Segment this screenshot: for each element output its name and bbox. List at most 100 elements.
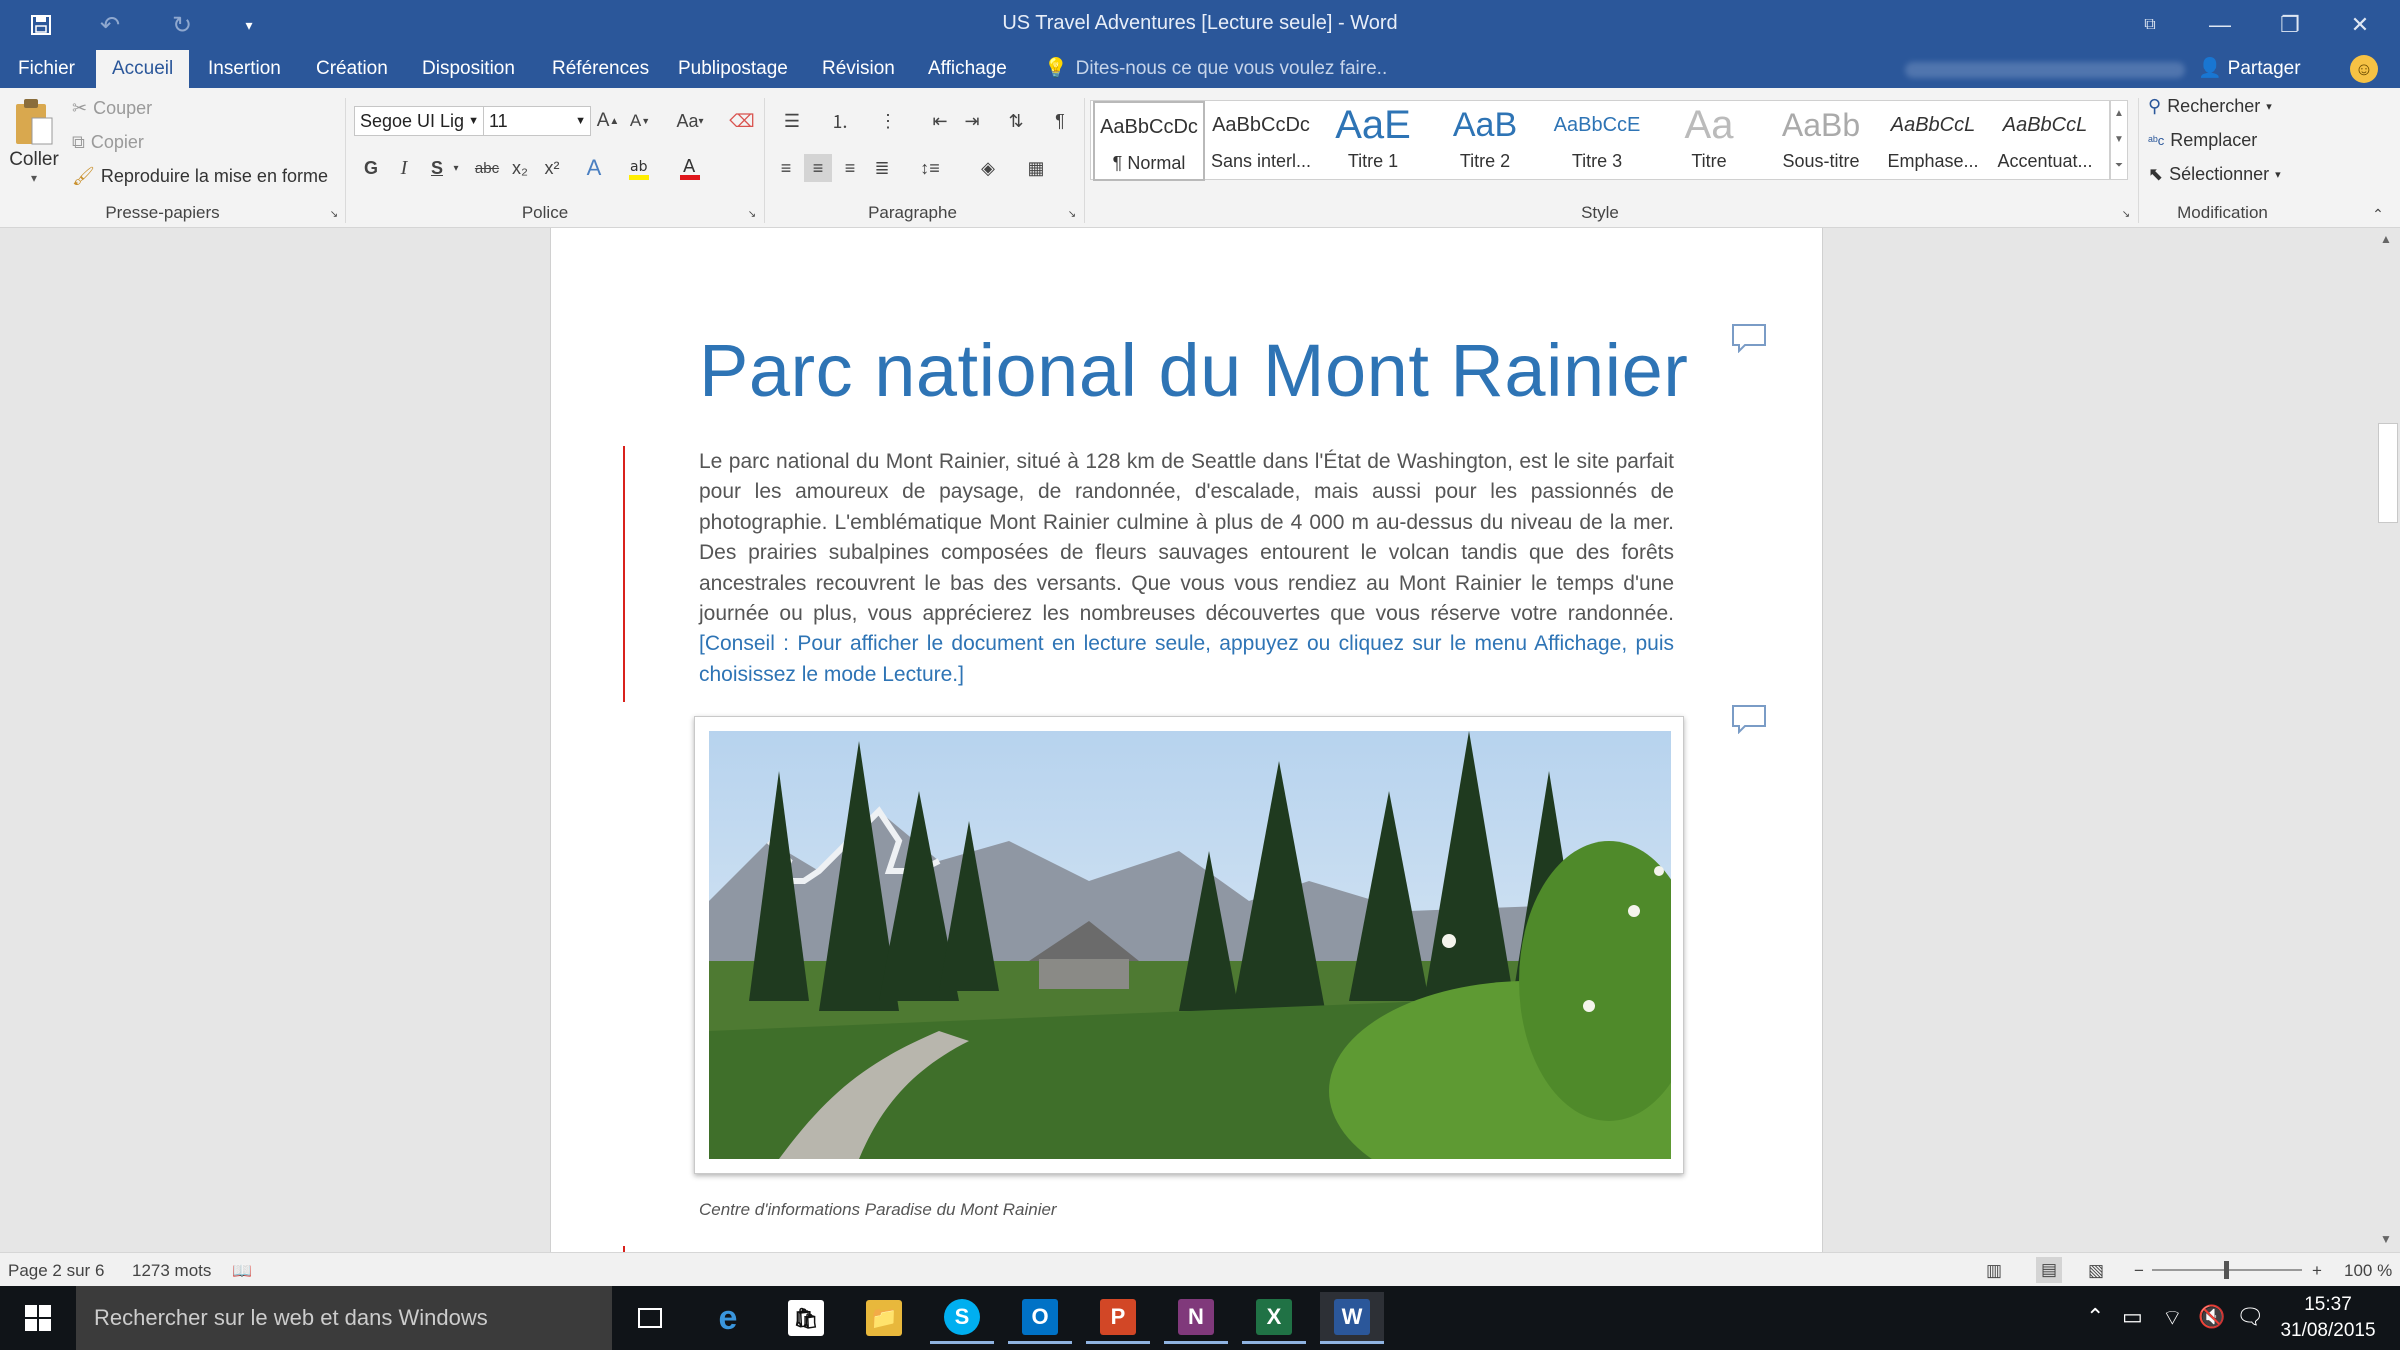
copy-button[interactable]: ⧉ Copier	[72, 132, 144, 153]
scroll-up-arrow-icon[interactable]: ▲	[2380, 232, 2392, 246]
tab-references[interactable]: Références	[536, 50, 665, 88]
paste-button[interactable]: Coller ▾	[8, 96, 60, 201]
powerpoint-icon[interactable]: P	[1086, 1292, 1150, 1344]
battery-icon[interactable]: ▭	[2122, 1304, 2143, 1330]
file-explorer-icon[interactable]: 📁	[852, 1292, 916, 1344]
feedback-smiley-icon[interactable]: ☺	[2350, 55, 2378, 83]
pilcrow-icon[interactable]: ¶	[1046, 107, 1074, 135]
style-heading-3[interactable]: AaBbCcE Titre 3	[1541, 101, 1653, 181]
find-button[interactable]: ⚲ Rechercher ▾	[2148, 96, 2272, 117]
tell-me-box[interactable]: 💡 Dites-nous ce que vous voulez faire..	[1044, 50, 1387, 88]
excel-icon[interactable]: X	[1242, 1292, 1306, 1344]
onenote-icon[interactable]: N	[1164, 1292, 1228, 1344]
cut-button[interactable]: ✂ Couper	[72, 98, 152, 119]
more-styles-icon[interactable]: ⏷	[2111, 153, 2127, 179]
highlight-color-icon[interactable]: ab	[625, 154, 653, 182]
scroll-down-arrow-icon[interactable]: ▼	[2380, 1232, 2392, 1246]
store-icon[interactable]: 🛍	[774, 1292, 838, 1344]
comment-icon[interactable]	[1731, 323, 1767, 354]
zoom-level[interactable]: 100 %	[2344, 1261, 2392, 1281]
print-layout-icon[interactable]: ▤	[2036, 1257, 2062, 1283]
style-heading-2[interactable]: AaB Titre 2	[1429, 101, 1541, 181]
font-color-icon[interactable]: A	[676, 154, 704, 182]
font-size-field[interactable]: 11 ▼	[483, 106, 591, 136]
underline-button[interactable]: S	[423, 154, 451, 182]
action-center-icon[interactable]: 🗨	[2236, 1304, 2264, 1330]
borders-icon[interactable]: ▦	[1016, 154, 1056, 182]
style-normal[interactable]: AaBbCcDc ¶ Normal	[1093, 101, 1205, 181]
vertical-scrollbar[interactable]: ▲ ▼	[2374, 228, 2400, 1252]
format-painter-button[interactable]: 🖌 Reproduire la mise en forme	[72, 166, 328, 187]
strikethrough-button[interactable]: abc	[470, 154, 504, 182]
scroll-up-icon[interactable]: ▲	[2111, 101, 2127, 127]
grow-font-button[interactable]: A ▲	[594, 107, 622, 135]
shrink-font-button[interactable]: A ▼	[626, 107, 654, 135]
task-view-icon[interactable]	[618, 1292, 682, 1344]
document-page[interactable]: Parc national du Mont Rainier Le parc na…	[550, 228, 1823, 1252]
shading-icon[interactable]: ◈	[968, 154, 1008, 182]
tab-creation[interactable]: Création	[300, 50, 404, 88]
photo-frame[interactable]	[694, 716, 1684, 1174]
text-effects-icon[interactable]: A	[580, 154, 608, 182]
collapse-ribbon-icon[interactable]: ⌃	[2364, 200, 2392, 228]
scroll-down-icon[interactable]: ▼	[2111, 127, 2127, 153]
style-subtitle[interactable]: AaBb Sous-titre	[1765, 101, 1877, 181]
scrollbar-thumb[interactable]	[2378, 423, 2398, 523]
align-left-icon[interactable]: ≡	[772, 154, 800, 182]
tab-revision[interactable]: Révision	[806, 50, 911, 88]
minimize-button[interactable]: —	[2185, 0, 2255, 50]
tab-accueil[interactable]: Accueil	[96, 50, 190, 88]
multilevel-list-icon[interactable]: ⋮	[868, 107, 908, 135]
tab-publipostage[interactable]: Publipostage	[662, 50, 804, 88]
word-icon[interactable]: W	[1320, 1292, 1384, 1344]
account-name-blurred[interactable]	[1905, 62, 2185, 78]
change-case-button[interactable]: Aa ▾	[668, 107, 712, 135]
zoom-slider-thumb[interactable]	[2224, 1261, 2229, 1279]
decrease-indent-icon[interactable]: ⇤	[926, 107, 954, 135]
superscript-button[interactable]: x²	[538, 154, 566, 182]
replace-button[interactable]: ᵃᵇc Remplacer	[2148, 130, 2257, 151]
select-button[interactable]: ⬉ Sélectionner ▾	[2148, 164, 2281, 185]
font-launcher-icon[interactable]: ↘	[744, 206, 760, 222]
edge-browser-icon[interactable]: e	[696, 1292, 760, 1344]
sort-icon[interactable]: ⇅	[1002, 107, 1030, 135]
taskbar-search-box[interactable]: Rechercher sur le web et dans Windows	[76, 1286, 612, 1350]
share-button[interactable]: 👤 Partager	[2198, 50, 2301, 88]
tab-insertion[interactable]: Insertion	[192, 50, 297, 88]
styles-launcher-icon[interactable]: ↘	[2118, 206, 2134, 222]
zoom-in-icon[interactable]: +	[2312, 1261, 2322, 1281]
start-button[interactable]	[0, 1286, 76, 1350]
wifi-icon[interactable]: ⌔	[2162, 1304, 2183, 1332]
close-button[interactable]: ✕	[2325, 0, 2395, 50]
style-title[interactable]: Aa Titre	[1653, 101, 1765, 181]
word-count[interactable]: 1273 mots	[132, 1261, 211, 1281]
tab-affichage[interactable]: Affichage	[912, 50, 1023, 88]
outlook-icon[interactable]: O	[1008, 1292, 1072, 1344]
subscript-button[interactable]: x₂	[506, 154, 534, 182]
bullets-icon[interactable]: ☰	[772, 107, 812, 135]
clear-formatting-icon[interactable]: ⌫	[728, 107, 756, 135]
numbering-icon[interactable]: ⒈	[820, 107, 860, 135]
style-subtle-emphasis[interactable]: AaBbCcL Emphase...	[1877, 101, 1989, 181]
restore-button[interactable]: ❐	[2255, 0, 2325, 50]
volume-muted-icon[interactable]: 🔇	[2198, 1304, 2225, 1330]
read-mode-icon[interactable]: ▥	[1986, 1261, 2002, 1281]
justify-icon[interactable]: ≣	[868, 154, 896, 182]
increase-indent-icon[interactable]: ⇥	[958, 107, 986, 135]
skype-icon[interactable]: S	[930, 1292, 994, 1344]
proofing-icon[interactable]: 📖	[232, 1261, 252, 1281]
tab-disposition[interactable]: Disposition	[406, 50, 531, 88]
underline-dropdown-icon[interactable]: ▾	[448, 154, 464, 182]
show-hidden-icons-icon[interactable]: ⌃	[2086, 1304, 2104, 1330]
tab-fichier[interactable]: Fichier	[2, 50, 91, 88]
style-emphasis[interactable]: AaBbCcL Accentuat...	[1989, 101, 2101, 181]
line-spacing-icon[interactable]: ↕≡	[910, 154, 950, 182]
bold-button[interactable]: G	[357, 154, 385, 182]
align-right-icon[interactable]: ≡	[836, 154, 864, 182]
comment-icon[interactable]	[1731, 704, 1767, 735]
style-heading-1[interactable]: AaE Titre 1	[1317, 101, 1429, 181]
page-count[interactable]: Page 2 sur 6	[8, 1261, 104, 1281]
zoom-slider[interactable]	[2152, 1261, 2302, 1279]
paragraph-launcher-icon[interactable]: ↘	[1064, 206, 1080, 222]
taskbar-clock[interactable]: 15:37 31/08/2015	[2268, 1292, 2388, 1344]
